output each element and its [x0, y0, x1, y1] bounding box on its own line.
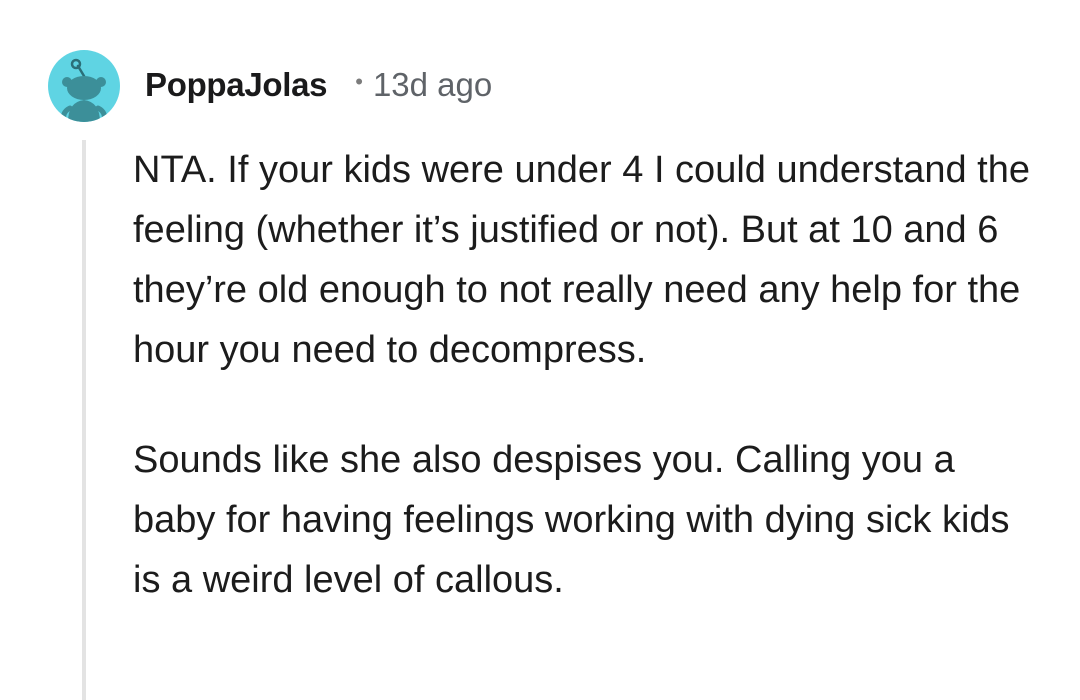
comment-paragraph: NTA. If your kids were under 4 I could u…: [133, 149, 1030, 371]
snoo-avatar-icon: [61, 58, 107, 122]
comment-header: PoppaJolas • 13d ago: [145, 62, 492, 108]
comment: PoppaJolas • 13d ago NTA. If your kids w…: [0, 0, 1080, 700]
separator-dot: •: [355, 69, 363, 94]
avatar[interactable]: [48, 50, 120, 122]
comment-paragraph: Sounds like she also despises you. Calli…: [133, 439, 1010, 601]
thread-collapse-line[interactable]: [82, 140, 86, 700]
comment-body: NTA. If your kids were under 4 I could u…: [133, 140, 1033, 610]
username-link[interactable]: PoppaJolas: [145, 66, 328, 104]
timestamp[interactable]: 13d ago: [373, 66, 492, 104]
